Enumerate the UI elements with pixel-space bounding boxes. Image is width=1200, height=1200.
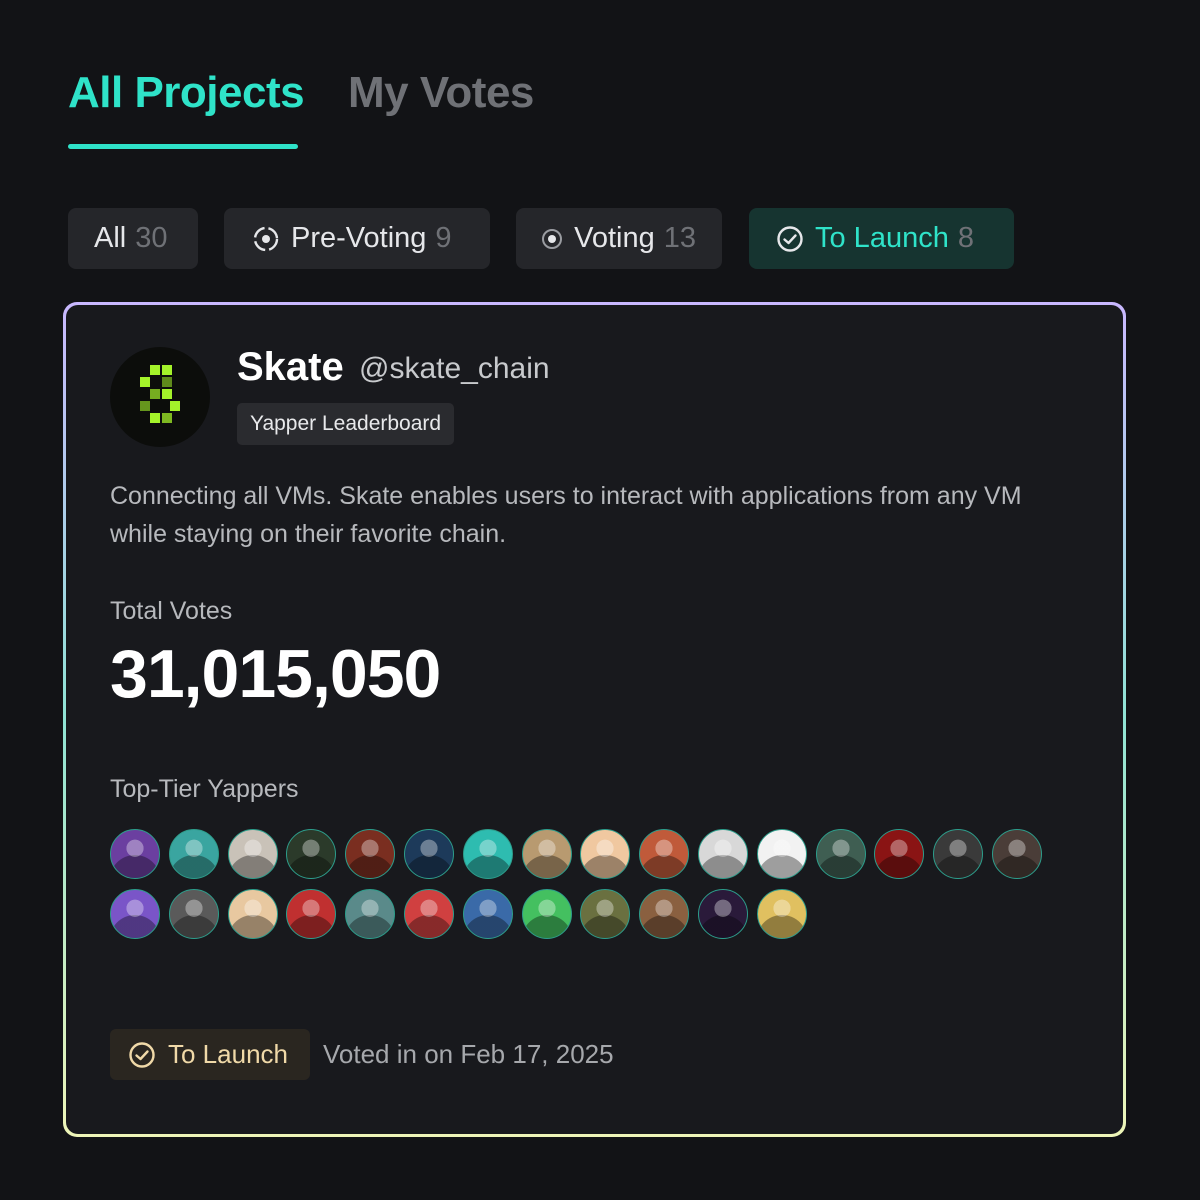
yapper-avatar[interactable] (698, 829, 748, 879)
active-tab-underline (68, 144, 298, 149)
project-name: Skate (237, 345, 344, 389)
yapper-avatar[interactable] (815, 829, 866, 879)
yapper-avatar[interactable] (639, 829, 690, 879)
filter-count: 9 (435, 222, 452, 254)
yapper-avatar[interactable] (462, 829, 513, 879)
filter-count: 8 (957, 222, 974, 254)
check-circle-icon (128, 1041, 156, 1069)
total-votes-label: Total Votes (110, 597, 233, 625)
yapper-avatar[interactable] (639, 889, 690, 939)
tab-my-votes[interactable]: My Votes (348, 66, 534, 120)
yapper-avatar[interactable] (874, 829, 925, 879)
filter-count: 13 (663, 222, 696, 254)
yapper-avatar[interactable] (992, 829, 1042, 879)
filter-pre-voting[interactable]: Pre-Voting 9 (224, 208, 490, 269)
yapper-avatar[interactable] (521, 829, 572, 879)
project-handle[interactable]: @skate_chain (359, 352, 550, 386)
project-description: Connecting all VMs. Skate enables users … (110, 482, 1022, 548)
yapper-avatar[interactable] (580, 829, 631, 879)
yapper-avatar[interactable] (345, 829, 396, 879)
yapper-avatar[interactable] (404, 829, 454, 879)
check-circle-icon (776, 225, 804, 253)
filter-label: All (94, 222, 127, 254)
yapper-avatar[interactable] (756, 829, 807, 879)
yapper-avatar[interactable] (110, 889, 160, 939)
status-badge: To Launch (110, 1029, 310, 1080)
project-card[interactable]: Skate @skate_chain Yapper Leaderboard Co… (63, 302, 1126, 1137)
total-votes-value: 31,015,050 (110, 636, 441, 712)
yappers-label: Top-Tier Yappers (110, 775, 299, 803)
yapper-avatar[interactable] (286, 829, 337, 879)
voted-date: Voted in on Feb 17, 2025 (323, 1039, 614, 1069)
yapper-avatar[interactable] (756, 889, 807, 939)
filter-count: 30 (135, 222, 168, 254)
filter-label: Voting (574, 222, 655, 254)
yapper-avatar[interactable] (933, 829, 984, 879)
yapper-avatar[interactable] (462, 889, 513, 939)
yapper-avatar[interactable] (580, 889, 631, 939)
yapper-avatar[interactable] (227, 889, 278, 939)
status-label: To Launch (168, 1039, 288, 1069)
yapper-avatar[interactable] (521, 889, 572, 939)
yapper-avatar[interactable] (345, 889, 396, 939)
yapper-avatar[interactable] (168, 829, 219, 879)
tab-all-projects[interactable]: All Projects (68, 66, 305, 120)
filter-to-launch[interactable]: To Launch 8 (749, 208, 1014, 269)
project-tabs: All Projects My Votes (68, 66, 668, 150)
project-tag: Yapper Leaderboard (237, 403, 455, 445)
project-card-body: Skate @skate_chain Yapper Leaderboard Co… (66, 305, 1123, 1134)
yapper-avatar[interactable] (227, 829, 278, 879)
skate-logo (110, 347, 210, 447)
yapper-avatar[interactable] (110, 829, 160, 879)
radio-dot-icon (540, 225, 563, 253)
yapper-avatar[interactable] (404, 889, 454, 939)
dashed-circle-icon (252, 225, 280, 253)
filter-label: To Launch (815, 222, 949, 254)
filter-label: Pre-Voting (291, 222, 427, 254)
yapper-avatar[interactable] (698, 889, 748, 939)
filter-all[interactable]: All 30 (68, 208, 198, 269)
yapper-avatar[interactable] (168, 889, 219, 939)
yapper-avatar[interactable] (286, 889, 337, 939)
filter-voting[interactable]: Voting 13 (516, 208, 722, 269)
